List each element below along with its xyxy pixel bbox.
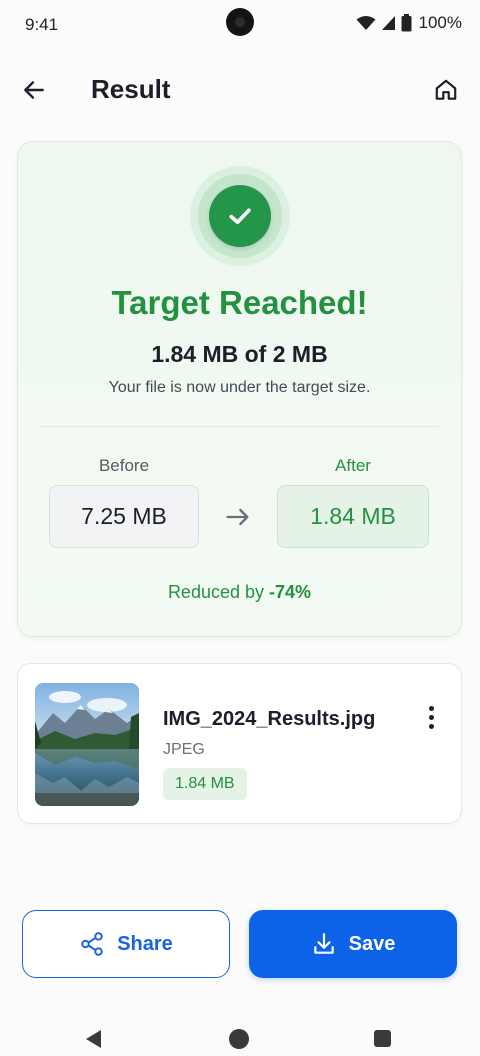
mountain-lake-image (35, 683, 139, 806)
nav-back-icon[interactable] (85, 1029, 103, 1049)
battery-icon (401, 14, 412, 32)
home-button[interactable] (428, 72, 464, 108)
reduction-summary: Reduced by -74% (18, 582, 461, 603)
after-size-value: 1.84 MB (310, 503, 396, 529)
file-size-badge: 1.84 MB (163, 768, 247, 800)
result-card: Target Reached! 1.84 MB of 2 MB Your fil… (17, 141, 462, 637)
result-headline: Target Reached! (111, 284, 368, 321)
share-icon (81, 932, 103, 956)
camera-cutout (226, 8, 254, 36)
battery-percentage: 100% (418, 13, 462, 32)
reduction-label: Reduced by (167, 582, 265, 602)
save-button[interactable]: Save (249, 910, 457, 978)
after-size-box: 1.84 MB (277, 485, 429, 548)
arrow-right-icon (223, 502, 253, 532)
reduction-percent: -74% (269, 582, 312, 602)
check-icon (229, 208, 251, 225)
share-button[interactable]: Share (22, 910, 230, 978)
status-bar: 9:41 100% (0, 0, 480, 50)
app-bar: Result (0, 62, 480, 118)
status-icons: 100% (356, 13, 462, 33)
signal-icon (381, 16, 395, 30)
more-vert-icon-dot (428, 723, 434, 729)
result-size-line: 1.84 MB of 2 MB (151, 341, 328, 367)
home-icon (435, 79, 457, 100)
success-badge (209, 185, 271, 247)
more-vert-icon-dot (428, 705, 434, 711)
arrow-left-icon (24, 81, 44, 99)
download-icon (313, 933, 334, 954)
save-label: Save (348, 932, 396, 955)
nav-recents-icon[interactable] (374, 1030, 391, 1047)
file-thumbnail (35, 683, 139, 806)
divider (40, 426, 439, 427)
share-label: Share (117, 932, 173, 955)
before-size-box: 7.25 MB (49, 485, 199, 548)
wifi-icon (356, 16, 376, 30)
more-options-button[interactable] (415, 700, 447, 734)
before-size-value: 7.25 MB (81, 503, 167, 529)
page-title: Result (91, 74, 171, 104)
back-button[interactable] (16, 72, 52, 108)
file-type: JPEG (163, 741, 205, 758)
result-subtext: Your file is now under the target size. (108, 379, 371, 396)
more-vert-icon-dot (428, 714, 434, 720)
before-label: Before (98, 456, 150, 475)
nav-home-icon[interactable] (229, 1029, 249, 1049)
file-size-value: 1.84 MB (175, 775, 235, 792)
after-label: After (335, 456, 371, 475)
file-card[interactable]: IMG_2024_Results.jpg JPEG 1.84 MB (17, 663, 462, 824)
system-nav-bar (0, 1020, 480, 1056)
status-time: 9:41 (25, 15, 59, 34)
file-name: IMG_2024_Results.jpg (163, 708, 376, 730)
